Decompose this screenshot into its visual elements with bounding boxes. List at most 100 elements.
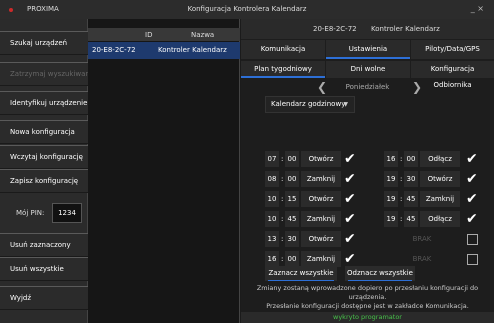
main-tabs: Komunikacja Ustawienia Piloty/Data/GPS [241, 40, 494, 59]
action-select[interactable]: Otwórz [301, 151, 341, 167]
window-controls[interactable]: _ × [471, 4, 484, 13]
checkmark-icon[interactable]: ✔ [466, 191, 478, 207]
tab-weekly-plan[interactable]: Plan tygodniowy [241, 61, 325, 78]
time-colon: : [281, 195, 284, 203]
action-select[interactable]: Odłącz [420, 211, 460, 227]
empty-slot-label: BRAK [412, 235, 432, 243]
action-select[interactable]: Zamknij [301, 251, 341, 267]
device-list: ID Nazwa 20-E8-2C-72 Kontroler Kalendarz [88, 19, 240, 323]
checkbox-unchecked[interactable] [467, 234, 478, 245]
action-select[interactable]: Zamknij [301, 211, 341, 227]
remove-all-button[interactable]: Usuń wszystkie [0, 257, 88, 281]
pin-row: Mój PIN: 1234 [0, 200, 88, 228]
mode-select[interactable]: Kalendarz godzinowy ▼ [265, 96, 355, 113]
minute-field[interactable]: 00 [285, 171, 299, 187]
info-text: Zmiany zostaną wprowadzone dopiero po pr… [241, 284, 494, 311]
device-name-label: Kontroler Kalendarz [371, 25, 440, 33]
minute-field[interactable]: 45 [404, 191, 418, 207]
exit-button[interactable]: Wyjdź [0, 286, 88, 310]
minute-field[interactable]: 30 [285, 231, 299, 247]
hour-field[interactable]: 08 [265, 171, 279, 187]
caret-down-icon: ▼ [343, 101, 348, 108]
sub-tabs: Plan tygodniowy Dni wolne Konfiguracja O… [241, 61, 494, 89]
stop-search-button[interactable]: Zatrzymaj wyszukiwanie [0, 62, 88, 86]
action-select[interactable]: Zamknij [301, 171, 341, 187]
pin-label: Mój PIN: [16, 209, 45, 217]
day-navigation: ❮ Poniedziałek ❯ [241, 80, 494, 96]
column-name-header[interactable]: Nazwa [191, 31, 214, 39]
checkmark-icon[interactable]: ✔ [344, 211, 356, 227]
minute-field[interactable]: 00 [404, 151, 418, 167]
hour-field[interactable]: 16 [384, 151, 398, 167]
hour-field[interactable]: 19 [384, 191, 398, 207]
hour-field[interactable]: 07 [265, 151, 279, 167]
title-bar: PROXIMA Konfiguracja Kontrolera Kalendar… [0, 0, 494, 19]
remove-selected-button[interactable]: Usuń zaznaczony [0, 233, 88, 257]
deselect-all-label: Odznacz wszystkie [347, 269, 413, 277]
action-select[interactable]: Otwórz [420, 171, 460, 187]
time-colon: : [281, 175, 284, 183]
minute-field[interactable]: 00 [285, 251, 299, 267]
action-select[interactable]: Zamknij [420, 191, 460, 207]
minute-field[interactable]: 45 [404, 211, 418, 227]
empty-slot-label: BRAK [412, 255, 432, 263]
app-window: PROXIMA Konfiguracja Kontrolera Kalendar… [0, 0, 494, 323]
checkmark-icon[interactable]: ✔ [466, 211, 478, 227]
checkmark-icon[interactable]: ✔ [344, 151, 356, 167]
time-colon: : [281, 255, 284, 263]
tab-holidays[interactable]: Dni wolne [326, 61, 410, 78]
device-list-header: ID Nazwa [88, 28, 240, 41]
device-id-cell: 20-E8-2C-72 [92, 46, 136, 54]
minute-field[interactable]: 45 [285, 211, 299, 227]
device-row[interactable]: 20-E8-2C-72 Kontroler Kalendarz [88, 42, 240, 59]
load-config-button[interactable]: Wczytaj konfigurację [0, 145, 88, 169]
status-bar: wykryto programator [241, 312, 494, 323]
hour-field[interactable]: 10 [265, 191, 279, 207]
tab-settings[interactable]: Ustawienia [326, 40, 410, 59]
action-select[interactable]: Otwórz [301, 191, 341, 207]
hour-field[interactable]: 10 [265, 211, 279, 227]
minute-field[interactable]: 15 [285, 191, 299, 207]
checkmark-icon[interactable]: ✔ [344, 191, 356, 207]
checkmark-icon[interactable]: ✔ [466, 171, 478, 187]
time-colon: : [400, 195, 403, 203]
search-devices-button[interactable]: Szukaj urządzeń [0, 31, 88, 55]
minute-field[interactable]: 30 [404, 171, 418, 187]
checkmark-icon[interactable]: ✔ [344, 251, 356, 267]
hour-field[interactable]: 16 [265, 251, 279, 267]
checkmark-icon[interactable]: ✔ [344, 231, 356, 247]
checkbox-unchecked[interactable] [467, 254, 478, 265]
time-colon: : [281, 235, 284, 243]
column-id-header[interactable]: ID [145, 31, 152, 39]
device-id-label: 20-E8-2C-72 [313, 25, 357, 33]
tab-communication[interactable]: Komunikacja [241, 40, 325, 59]
minute-field[interactable]: 00 [285, 151, 299, 167]
hour-field[interactable]: 19 [384, 171, 398, 187]
new-config-button[interactable]: Nowa konfiguracja [0, 120, 88, 144]
sidebar: Szukaj urządzeń Zatrzymaj wyszukiwanie I… [0, 19, 88, 323]
select-all-button[interactable]: Zaznacz wszystkie [265, 266, 337, 281]
status-text: wykryto programator [333, 313, 402, 321]
tab-receiver-config[interactable]: Konfiguracja Odbiornika [411, 61, 494, 89]
day-name: Poniedziałek [345, 83, 390, 91]
device-name-cell: Kontroler Kalendarz [158, 46, 227, 54]
chevron-right-icon[interactable]: ❯ [412, 80, 422, 94]
hour-field[interactable]: 13 [265, 231, 279, 247]
info-line-1: Zmiany zostaną wprowadzone dopiero po pr… [256, 284, 479, 301]
time-colon: : [400, 175, 403, 183]
action-select[interactable]: Otwórz [301, 231, 341, 247]
checkmark-icon[interactable]: ✔ [466, 151, 478, 167]
window-title: Konfiguracja Kontrolera Kalendarz [187, 5, 307, 13]
pin-input[interactable]: 1234 [52, 203, 82, 223]
info-line-2: Przesłanie konfiguracji dostępne jest w … [266, 302, 469, 310]
save-config-button[interactable]: Zapisz konfigurację [0, 169, 88, 193]
select-all-label: Zaznacz wszystkie [268, 269, 334, 277]
deselect-all-button[interactable]: Odznacz wszystkie [345, 266, 415, 281]
mode-select-value: Kalendarz godzinowy [271, 100, 346, 108]
tab-remotes-date-gps[interactable]: Piloty/Data/GPS [411, 40, 494, 59]
config-panel: 20-E8-2C-72 Kontroler Kalendarz Komunika… [241, 19, 494, 323]
action-select[interactable]: Odłącz [420, 151, 460, 167]
checkmark-icon[interactable]: ✔ [344, 171, 356, 187]
identify-device-button[interactable]: Identyfikuj urządzenie [0, 91, 88, 115]
hour-field[interactable]: 19 [384, 211, 398, 227]
